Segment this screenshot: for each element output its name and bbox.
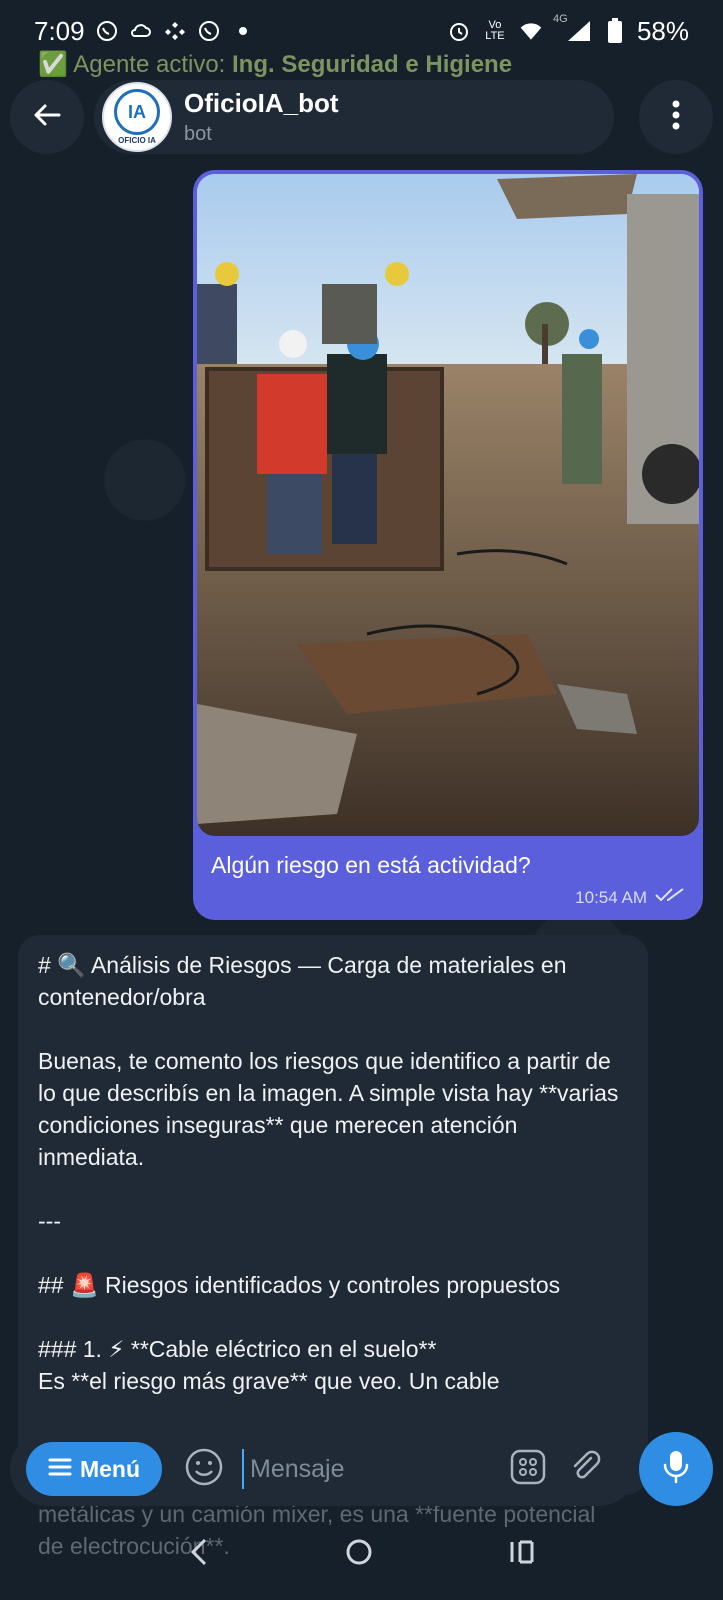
chat-title-pill[interactable]: IA OFICIO IA OficioIA_bot bot xyxy=(94,80,614,154)
outgoing-message[interactable]: Algún riesgo en está actividad? 10:54 AM xyxy=(193,170,703,920)
message-line: --- xyxy=(38,1208,61,1234)
attach-button[interactable] xyxy=(564,1447,608,1491)
outgoing-caption: Algún riesgo en está actividad? xyxy=(211,852,531,878)
message-line: # 🔍 Análisis de Riesgos — Carga de mater… xyxy=(38,952,573,1010)
message-line: Buenas, te comento los riesgos que ident… xyxy=(38,1048,625,1170)
alarm-icon xyxy=(447,19,471,43)
title-block: OficioIA_bot bot xyxy=(184,88,339,146)
message-input[interactable] xyxy=(242,1449,492,1489)
message-line: ### 1. ⚡ **Cable eléctrico en el suelo** xyxy=(38,1336,437,1362)
volte-label: Vo LTE xyxy=(485,19,505,42)
back-button[interactable] xyxy=(10,80,84,154)
status-left: 7:09 xyxy=(34,16,255,47)
bot-menu-button[interactable]: Menú xyxy=(26,1442,162,1496)
double-check-icon xyxy=(655,887,685,908)
whatsapp-icon-2 xyxy=(197,19,221,43)
battery-percent: 58% xyxy=(636,15,689,46)
arrow-left-icon xyxy=(31,99,63,136)
menu-icon xyxy=(48,1456,72,1483)
volte-icon: Vo LTE xyxy=(481,19,509,43)
commands-button[interactable] xyxy=(506,1447,550,1491)
avatar[interactable]: IA OFICIO IA xyxy=(102,82,172,152)
voice-record-button[interactable] xyxy=(639,1432,713,1506)
nav-back-icon[interactable] xyxy=(187,1537,211,1572)
signal-icon: 4G xyxy=(553,13,593,43)
composer-pill: Menú xyxy=(10,1432,636,1506)
nav-recents-icon[interactable] xyxy=(507,1537,537,1572)
incoming-message[interactable]: # 🔍 Análisis de Riesgos — Carga de mater… xyxy=(18,935,648,1495)
emoji-button[interactable] xyxy=(184,1447,224,1492)
binance-icon xyxy=(163,19,187,43)
composer: Menú xyxy=(10,1432,713,1506)
status-time: 7:09 xyxy=(34,15,85,46)
menu-label: Menú xyxy=(79,1455,141,1482)
paperclip-icon xyxy=(567,1448,605,1491)
microphone-icon xyxy=(661,1449,691,1490)
dot-icon xyxy=(231,19,255,43)
avatar-letters: IA xyxy=(128,101,146,122)
whatsapp-icon xyxy=(95,19,119,43)
battery-icon xyxy=(603,18,627,43)
wifi-icon xyxy=(519,19,543,43)
message-line: ## 🚨 Riesgos identificados y controles p… xyxy=(38,1272,561,1298)
more-vertical-icon xyxy=(672,100,680,135)
avatar-text: OFICIO IA xyxy=(118,136,156,145)
cloud-icon xyxy=(129,19,153,43)
message-time: 10:54 AM xyxy=(575,887,647,907)
commands-icon xyxy=(509,1448,547,1491)
system-nav-bar xyxy=(0,1508,723,1600)
network-label: 4G xyxy=(552,13,568,25)
more-options-button[interactable] xyxy=(639,80,713,154)
avatar-logo: IA xyxy=(114,89,160,135)
status-right: Vo LTE 4G 58% xyxy=(447,13,689,47)
status-bar: 7:09 Vo LTE 4G 58% xyxy=(0,0,723,62)
chat-title: OficioIA_bot xyxy=(184,88,339,118)
message-line: Es **el riesgo más grave** que veo. Un c… xyxy=(38,1368,500,1394)
chat-subtitle: bot xyxy=(184,123,212,145)
nav-home-icon[interactable] xyxy=(344,1537,374,1572)
message-meta: 10:54 AM xyxy=(575,887,685,908)
chat-header: IA OFICIO IA OficioIA_bot bot xyxy=(10,80,713,158)
smile-icon xyxy=(184,1447,224,1492)
construction-site-photo xyxy=(197,174,699,836)
message-photo[interactable] xyxy=(197,174,699,836)
